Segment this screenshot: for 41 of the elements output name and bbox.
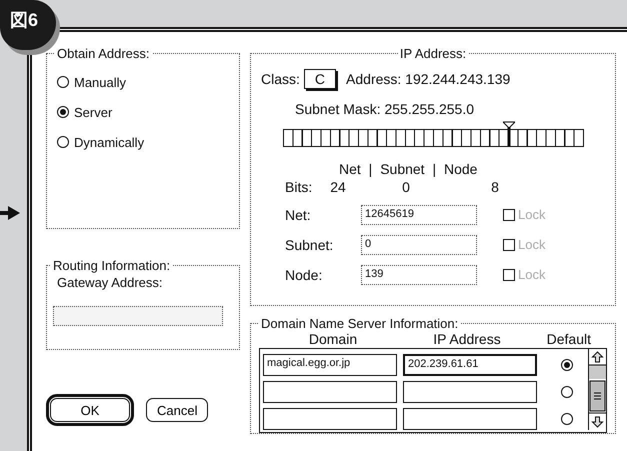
field-label: Node:: [285, 266, 324, 282]
column-header: Domain: [308, 331, 358, 347]
bit-slider-track[interactable]: [283, 121, 584, 147]
figure-badge: 図6: [0, 0, 56, 50]
column-header: Default: [546, 331, 591, 347]
panel-title: Domain Name Server Information:: [260, 316, 460, 331]
bits-value: 8: [491, 179, 499, 195]
radio-button[interactable]: [561, 358, 573, 370]
class-label: Class:: [261, 71, 300, 87]
column-header: IP Address: [433, 331, 501, 347]
domain-field[interactable]: [263, 380, 397, 402]
domain-field[interactable]: magical.egg.or.jp: [263, 354, 397, 376]
domain-field[interactable]: [263, 408, 397, 430]
subnet-mask-text: Subnet Mask: 255.255.255.0: [295, 101, 476, 117]
arrow-icon: [0, 206, 20, 220]
radio-label[interactable]: Manually: [74, 74, 126, 90]
bits-label: Bits:: [285, 179, 314, 195]
radio-button[interactable]: [561, 386, 573, 398]
class-popup[interactable]: C: [304, 69, 336, 89]
bits-value: 24: [330, 179, 346, 195]
field-label: Subnet:: [285, 236, 334, 252]
slider-thumb[interactable]: [502, 121, 515, 147]
radio-button[interactable]: [57, 136, 69, 148]
panel-title: IP Address:: [398, 46, 468, 61]
ip-address-field[interactable]: [403, 380, 537, 402]
radio-label[interactable]: Dynamically: [74, 134, 144, 150]
panel-title: Obtain Address:: [56, 46, 150, 61]
ip-address-field[interactable]: [403, 408, 537, 430]
bits-value: 0: [402, 179, 410, 195]
field-label: Net:: [285, 206, 312, 222]
scrollbar-icon[interactable]: [588, 349, 606, 430]
address-text: Address: 192.244.243.139: [346, 71, 510, 87]
bits-header: Net | Subnet | Node: [339, 161, 478, 177]
ip-address-field[interactable]: 202.239.61.61: [403, 354, 537, 376]
field-label: Gateway Address:: [57, 275, 162, 290]
radio-label[interactable]: Server: [74, 104, 112, 120]
radio-button[interactable]: [57, 76, 69, 88]
panel-title: Routing Information:: [52, 258, 172, 273]
radio-button[interactable]: [561, 412, 573, 424]
cancel-button[interactable]: Cancel: [146, 398, 208, 422]
radio-button[interactable]: [57, 106, 69, 118]
